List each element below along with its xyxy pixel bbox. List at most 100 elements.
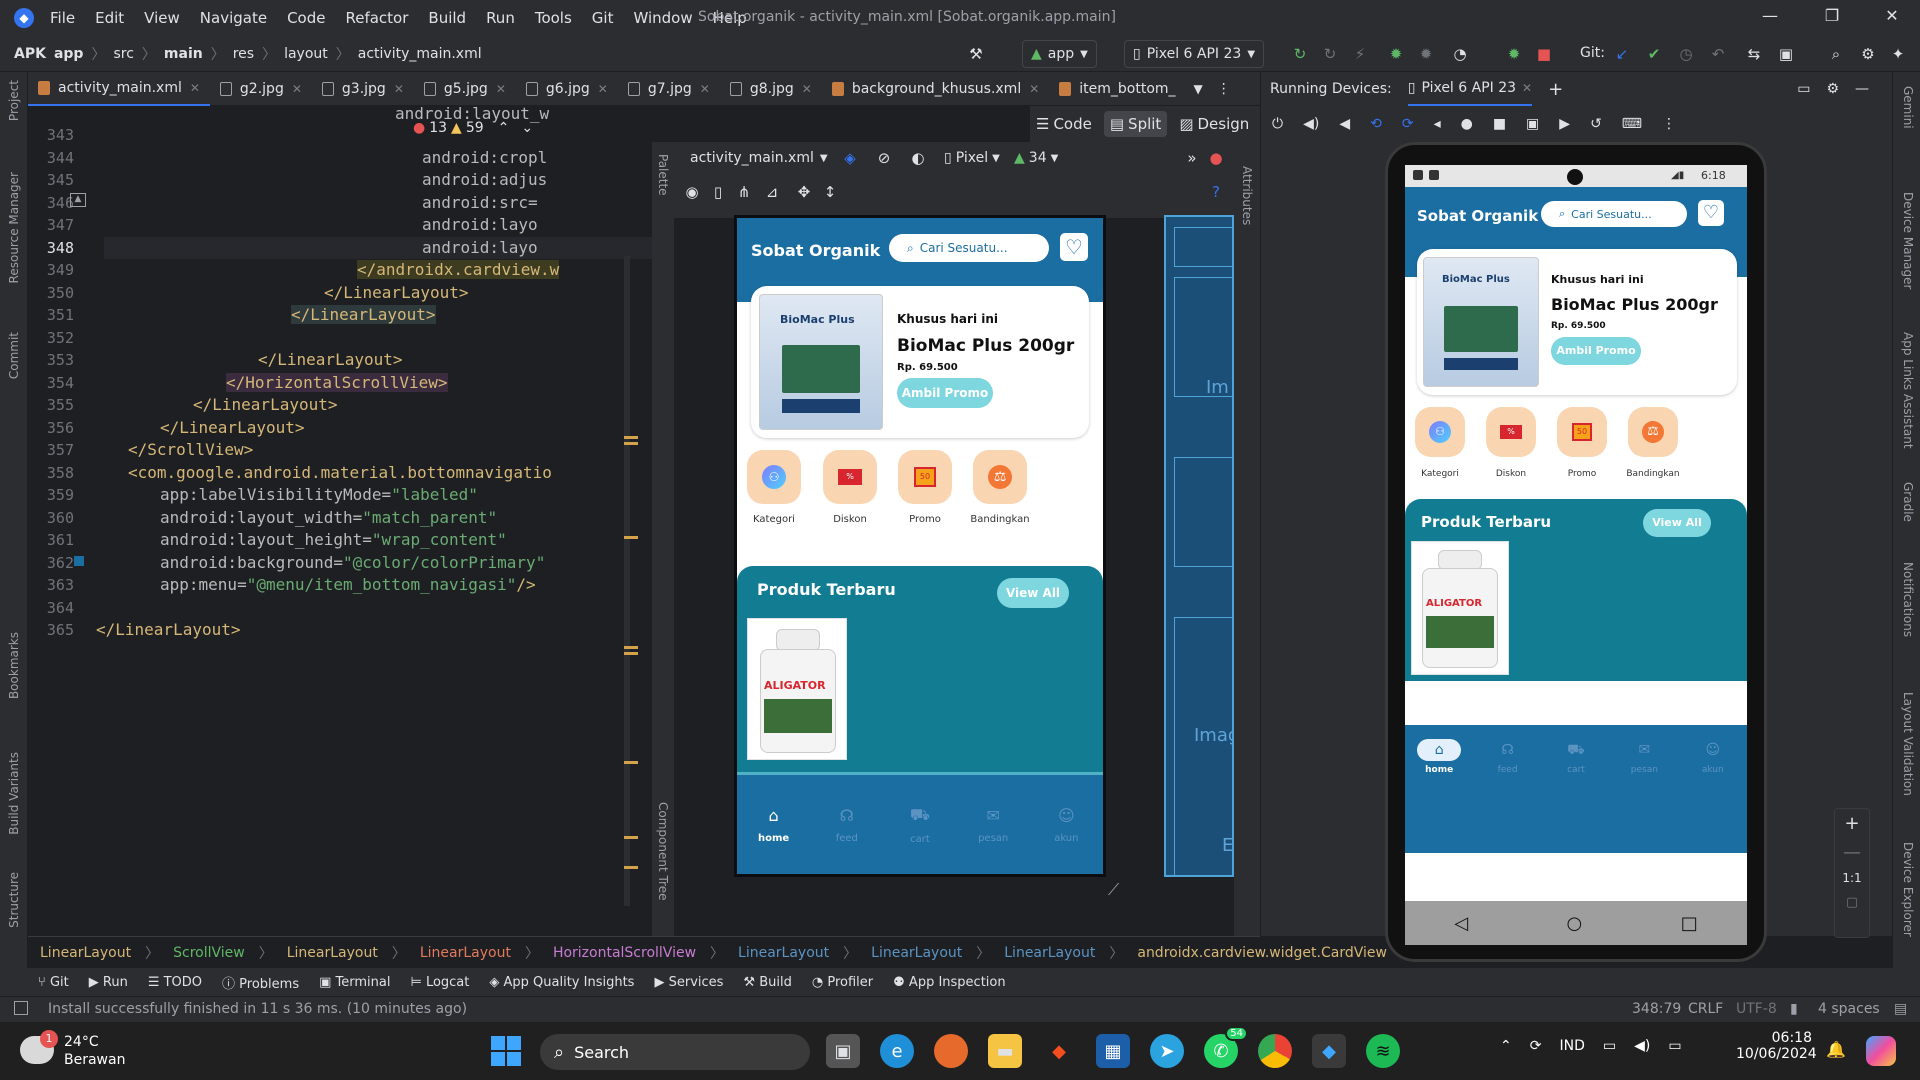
guide-icon[interactable]: ▯ — [708, 182, 728, 202]
task-view-icon[interactable]: ▣ — [826, 1034, 860, 1068]
category-bandingkan-button[interactable]: ⚖ — [973, 450, 1027, 504]
more-vert-icon[interactable]: ⋮ — [1662, 116, 1676, 132]
attributes-tool[interactable]: Attributes — [1240, 166, 1254, 225]
category-diskon-button[interactable]: % — [823, 450, 877, 504]
category-promo-button[interactable]: 50 — [898, 450, 952, 504]
file-explorer-icon[interactable]: ▬ — [988, 1034, 1022, 1068]
run-config-select[interactable]: ▲ app ▼ — [1022, 40, 1097, 68]
git-commit-icon[interactable]: ✔ — [1644, 44, 1664, 64]
rotate-left-icon[interactable]: ⟲ — [1370, 116, 1382, 132]
ai-assistant-icon[interactable]: ✦ — [1888, 44, 1908, 64]
taskbar-search[interactable]: ⌕ Search — [540, 1034, 810, 1070]
resize-handle-icon[interactable]: ⟋ — [1108, 880, 1128, 900]
commit-tool[interactable]: Commit — [7, 332, 21, 379]
gemini-tool[interactable]: Gemini — [1901, 86, 1915, 129]
tab-background-khusus[interactable]: background_khusus.xml ✕ — [822, 72, 1049, 106]
eye-icon[interactable]: ◉ — [682, 182, 702, 202]
windows-start-icon[interactable] — [491, 1036, 521, 1066]
layers-icon[interactable]: ◈ — [840, 148, 860, 168]
api-level-select[interactable]: ▲ 34 ▼ — [1014, 150, 1058, 166]
close-icon[interactable]: ✕ — [598, 82, 608, 96]
tab-item-bottom[interactable]: item_bottom_ — [1049, 72, 1185, 106]
app-inspection-tool-button[interactable]: ⚉ App Inspection — [893, 975, 1005, 990]
ambil-promo-button[interactable]: Ambil Promo — [1551, 337, 1641, 365]
resource-manager-tool[interactable]: Resource Manager — [7, 172, 21, 283]
emulator-screen[interactable]: 6:18 ◢▮ Sobat Organik ⌕ Cari Sesuatu... ♡… — [1405, 165, 1747, 945]
device-explorer-tool[interactable]: Device Explorer — [1901, 842, 1915, 937]
app-links-tool[interactable]: App Links Assistant — [1901, 332, 1915, 449]
design-preview-phone[interactable]: Sobat Organik ⌕ Cari Sesuatu... ♡ BioMac … — [734, 215, 1106, 877]
blueprint-preview[interactable]: Im Imag E — [1164, 215, 1234, 877]
keyboard-icon[interactable]: ⌨ — [1622, 116, 1642, 132]
apply-changes-icon[interactable]: ↻ — [1320, 44, 1340, 64]
category-bandingkan-button[interactable]: ⚖ — [1628, 407, 1678, 457]
align-vertical-icon[interactable]: ↕ — [820, 182, 840, 202]
problems-tool-button[interactable]: ⓘ Problems — [222, 973, 299, 992]
firefox-icon[interactable] — [934, 1034, 968, 1068]
apply-code-icon[interactable]: ⚡ — [1350, 44, 1370, 64]
close-icon[interactable]: ✕ — [1522, 81, 1532, 95]
notifications-tool[interactable]: Notifications — [1901, 562, 1915, 637]
settings-gear-icon[interactable]: ⚙ — [1858, 44, 1878, 64]
rotate-right-icon[interactable]: ⟳ — [1402, 116, 1414, 132]
close-icon[interactable]: ✕ — [700, 82, 710, 96]
split-mode-button[interactable]: ▤ Split — [1103, 111, 1168, 137]
menu-view[interactable]: View — [142, 7, 182, 29]
align-horizontal-icon[interactable]: ✥ — [794, 182, 814, 202]
infer-constraints-icon[interactable]: ⊿ — [762, 182, 782, 202]
build-tool-button[interactable]: ⚒ Build — [743, 975, 791, 990]
system-back-icon[interactable]: ◁ — [1454, 913, 1468, 934]
menu-run[interactable]: Run — [484, 7, 517, 29]
record-icon[interactable]: ▶ — [1559, 116, 1570, 132]
stop-icon[interactable]: ■ — [1534, 44, 1554, 64]
component-tree-tool[interactable]: Component Tree — [656, 802, 670, 900]
spotify-icon[interactable]: ≋ — [1366, 1034, 1400, 1068]
clock[interactable]: 06:18 10/06/2024 — [1736, 1030, 1817, 1062]
tab-activity-main[interactable]: activity_main.xml ✕ — [28, 71, 210, 106]
virtualbox-icon[interactable]: ▦ — [1096, 1034, 1130, 1068]
nav-feed[interactable]: ☊ feed — [1480, 739, 1536, 775]
expand-icon[interactable]: » — [1182, 148, 1202, 168]
layout-validation-tool[interactable]: Layout Validation — [1901, 692, 1915, 796]
breadcrumb-item[interactable]: HorizontalScrollView — [553, 945, 696, 961]
language-indicator[interactable]: IND — [1559, 1038, 1584, 1054]
tab-g3[interactable]: g3.jpg ✕ — [312, 72, 414, 106]
palette-tool[interactable]: Palette — [656, 154, 670, 196]
nav-pesan[interactable]: ✉ pesan — [963, 806, 1023, 844]
gradle-tool[interactable]: Gradle — [1901, 482, 1915, 522]
breadcrumb-item[interactable]: androidx.cardview.widget.CardView — [1137, 945, 1387, 961]
device-manager-tool[interactable]: Device Manager — [1901, 192, 1915, 289]
code-editor[interactable]: 343 344 345 346 347 348 349 350 351 352 … — [28, 104, 652, 936]
favorite-heart-button[interactable]: ♡ — [1059, 232, 1089, 262]
promo-card[interactable]: BioMac Plus Khusus hari ini BioMac Plus … — [751, 286, 1089, 438]
more-vert-icon[interactable]: ⋮ — [1217, 81, 1231, 97]
tab-g7[interactable]: g7.jpg ✕ — [618, 72, 720, 106]
app-quality-tool-button[interactable]: ◈ App Quality Insights — [489, 975, 634, 990]
promo-card[interactable]: BioMac Plus Khusus hari ini BioMac Plus … — [1417, 249, 1737, 395]
crumb-main[interactable]: main — [164, 46, 203, 62]
night-mode-icon[interactable]: ◐ — [908, 148, 928, 168]
system-recents-icon[interactable]: □ — [1681, 913, 1698, 934]
close-icon[interactable]: ✕ — [394, 82, 404, 96]
telegram-icon[interactable]: ➤ — [1150, 1034, 1184, 1068]
menu-git[interactable]: Git — [590, 7, 616, 29]
nav-cart[interactable]: ⛟ cart — [1548, 739, 1604, 775]
power-icon[interactable]: ⏻ — [1272, 116, 1283, 132]
bookmarks-tool[interactable]: Bookmarks — [7, 632, 21, 699]
product-card[interactable]: ALIGATOR — [1411, 541, 1509, 675]
window-layout-icon[interactable]: ▭ — [1797, 81, 1810, 97]
cursor-position[interactable]: 348:79 — [1632, 1001, 1681, 1017]
crumb-src[interactable]: src — [113, 46, 133, 62]
menu-window[interactable]: Window — [631, 7, 694, 29]
crumb-res[interactable]: res — [233, 46, 254, 62]
minimize-panel-icon[interactable]: — — [1855, 81, 1869, 97]
orientation-icon[interactable]: ⊘ — [874, 148, 894, 168]
code-mode-button[interactable]: ☰ Code — [1030, 111, 1098, 137]
favorite-heart-button[interactable]: ♡ — [1697, 199, 1725, 227]
category-kategori-button[interactable]: ⚇ — [1415, 407, 1465, 457]
debug-icon[interactable]: ✹ — [1386, 44, 1406, 64]
back-icon[interactable]: ◂ — [1434, 116, 1441, 132]
chevron-up-icon[interactable]: ⌃ — [1500, 1038, 1512, 1054]
design-mode-button[interactable]: ▨ Design — [1173, 111, 1255, 137]
device-mirror-icon[interactable]: ⇆ — [1744, 44, 1764, 64]
